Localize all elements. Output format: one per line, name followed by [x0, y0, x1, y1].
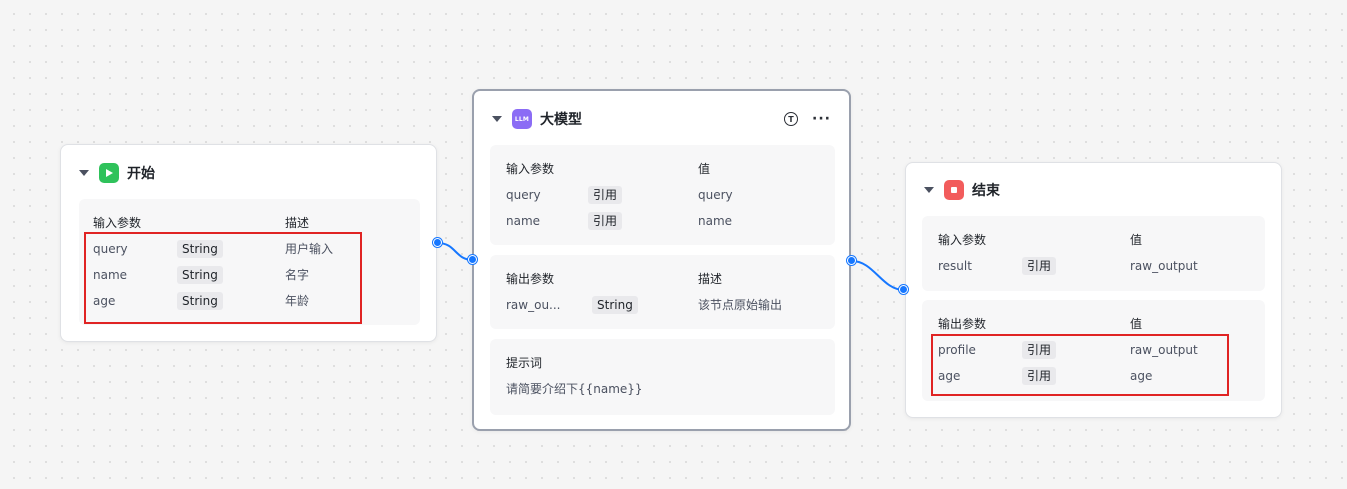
param-name: age: [93, 294, 116, 308]
param-name: query: [506, 188, 541, 202]
column-header-name: 输入参数: [506, 162, 555, 176]
table-row[interactable]: raw_ou... String 该节点原始输出: [490, 295, 835, 315]
start-output-port[interactable]: [433, 238, 442, 247]
type-tag: String: [177, 292, 223, 310]
llm-node-header[interactable]: LLM 大模型 T ···: [492, 107, 831, 131]
stop-icon: [944, 180, 964, 200]
end-node-header[interactable]: 结束: [924, 178, 1263, 202]
column-header-desc: 描述: [285, 216, 310, 230]
param-name: age: [938, 369, 961, 383]
column-header-name: 输入参数: [93, 216, 142, 230]
node-title: 开始: [127, 166, 155, 182]
reference-tag: 引用: [588, 212, 623, 230]
node-title: 大模型: [540, 112, 582, 128]
collapse-caret-icon[interactable]: [492, 116, 502, 122]
param-value: query: [698, 188, 733, 202]
llm-icon-label: LLM: [514, 115, 530, 123]
column-header-value: 值: [1130, 233, 1143, 247]
llm-output-section: 输出参数 描述 raw_ou... String 该节点原始输出: [490, 255, 835, 329]
llm-input-section: 输入参数 值 query 引用 query name 引用 name: [490, 145, 835, 245]
param-name: name: [506, 214, 541, 228]
prompt-label-row: 提示词: [490, 353, 835, 373]
collapse-caret-icon[interactable]: [924, 187, 934, 193]
type-tag: String: [177, 240, 223, 258]
reference-tag: 引用: [1022, 367, 1057, 385]
node-title: 结束: [972, 183, 1000, 199]
llm-icon: LLM: [512, 109, 532, 129]
end-input-port[interactable]: [899, 285, 908, 294]
table-row[interactable]: name 引用 name: [490, 211, 835, 231]
param-name: query: [93, 242, 128, 256]
edge-llm-to-end[interactable]: [851, 260, 905, 291]
text-mode-icon[interactable]: T: [784, 112, 799, 126]
prompt-label: 提示词: [506, 356, 543, 370]
table-row[interactable]: age 引用 age: [922, 366, 1265, 386]
end-input-section: 输入参数 值 result 引用 raw_output: [922, 216, 1265, 291]
param-name: raw_ou...: [506, 298, 561, 312]
table-header: 输入参数 值: [490, 159, 835, 179]
param-value: raw_output: [1130, 259, 1198, 273]
start-node-header[interactable]: 开始: [79, 161, 418, 185]
table-header: 输出参数 值: [922, 314, 1265, 334]
reference-tag: 引用: [1022, 341, 1057, 359]
end-node[interactable]: 结束 输入参数 值 result 引用 raw_output 输出参数 值 pr…: [905, 162, 1282, 418]
column-header-name: 输入参数: [938, 233, 987, 247]
workflow-canvas[interactable]: 开始 输入参数 描述 query String 用户输入 name String…: [0, 0, 1347, 489]
prompt-text-row[interactable]: 请简要介绍下{{name}}: [490, 379, 835, 399]
table-row[interactable]: result 引用 raw_output: [922, 256, 1265, 276]
start-node[interactable]: 开始 输入参数 描述 query String 用户输入 name String…: [60, 144, 437, 342]
llm-node[interactable]: LLM 大模型 T ··· 输入参数 值 query 引用 query name…: [472, 89, 851, 431]
param-name: result: [938, 259, 972, 273]
end-output-section: 输出参数 值 profile 引用 raw_output age 引用 age: [922, 300, 1265, 401]
table-row[interactable]: profile 引用 raw_output: [922, 340, 1265, 360]
table-header: 输入参数 值: [922, 230, 1265, 250]
param-name: name: [93, 268, 128, 282]
column-header-value: 值: [698, 162, 711, 176]
reference-tag: 引用: [1022, 257, 1057, 275]
column-header-name: 输出参数: [938, 317, 987, 331]
param-desc: 年龄: [285, 294, 310, 308]
table-row[interactable]: query 引用 query: [490, 185, 835, 205]
play-icon: [99, 163, 119, 183]
column-header-desc: 描述: [698, 272, 723, 286]
param-desc: 用户输入: [285, 242, 334, 256]
prompt-text: 请简要介绍下{{name}}: [506, 382, 643, 396]
more-options-icon[interactable]: ···: [812, 112, 831, 126]
reference-tag: 引用: [588, 186, 623, 204]
table-row[interactable]: query String 用户输入: [79, 239, 420, 259]
type-tag: String: [592, 296, 638, 314]
llm-prompt-section[interactable]: 提示词 请简要介绍下{{name}}: [490, 339, 835, 415]
table-header: 输出参数 描述: [490, 269, 835, 289]
llm-output-port[interactable]: [847, 256, 856, 265]
type-tag: String: [177, 266, 223, 284]
table-row[interactable]: name String 名字: [79, 265, 420, 285]
param-value: raw_output: [1130, 343, 1198, 357]
param-desc: 该节点原始输出: [698, 298, 783, 312]
param-value: name: [698, 214, 733, 228]
table-header: 输入参数 描述: [79, 213, 420, 233]
start-input-section: 输入参数 描述 query String 用户输入 name String 名字…: [79, 199, 420, 325]
column-header-name: 输出参数: [506, 272, 555, 286]
param-name: profile: [938, 343, 976, 357]
table-row[interactable]: age String 年龄: [79, 291, 420, 311]
column-header-value: 值: [1130, 317, 1143, 331]
param-value: age: [1130, 369, 1153, 383]
llm-input-port[interactable]: [468, 255, 477, 264]
param-desc: 名字: [285, 268, 310, 282]
collapse-caret-icon[interactable]: [79, 170, 89, 176]
